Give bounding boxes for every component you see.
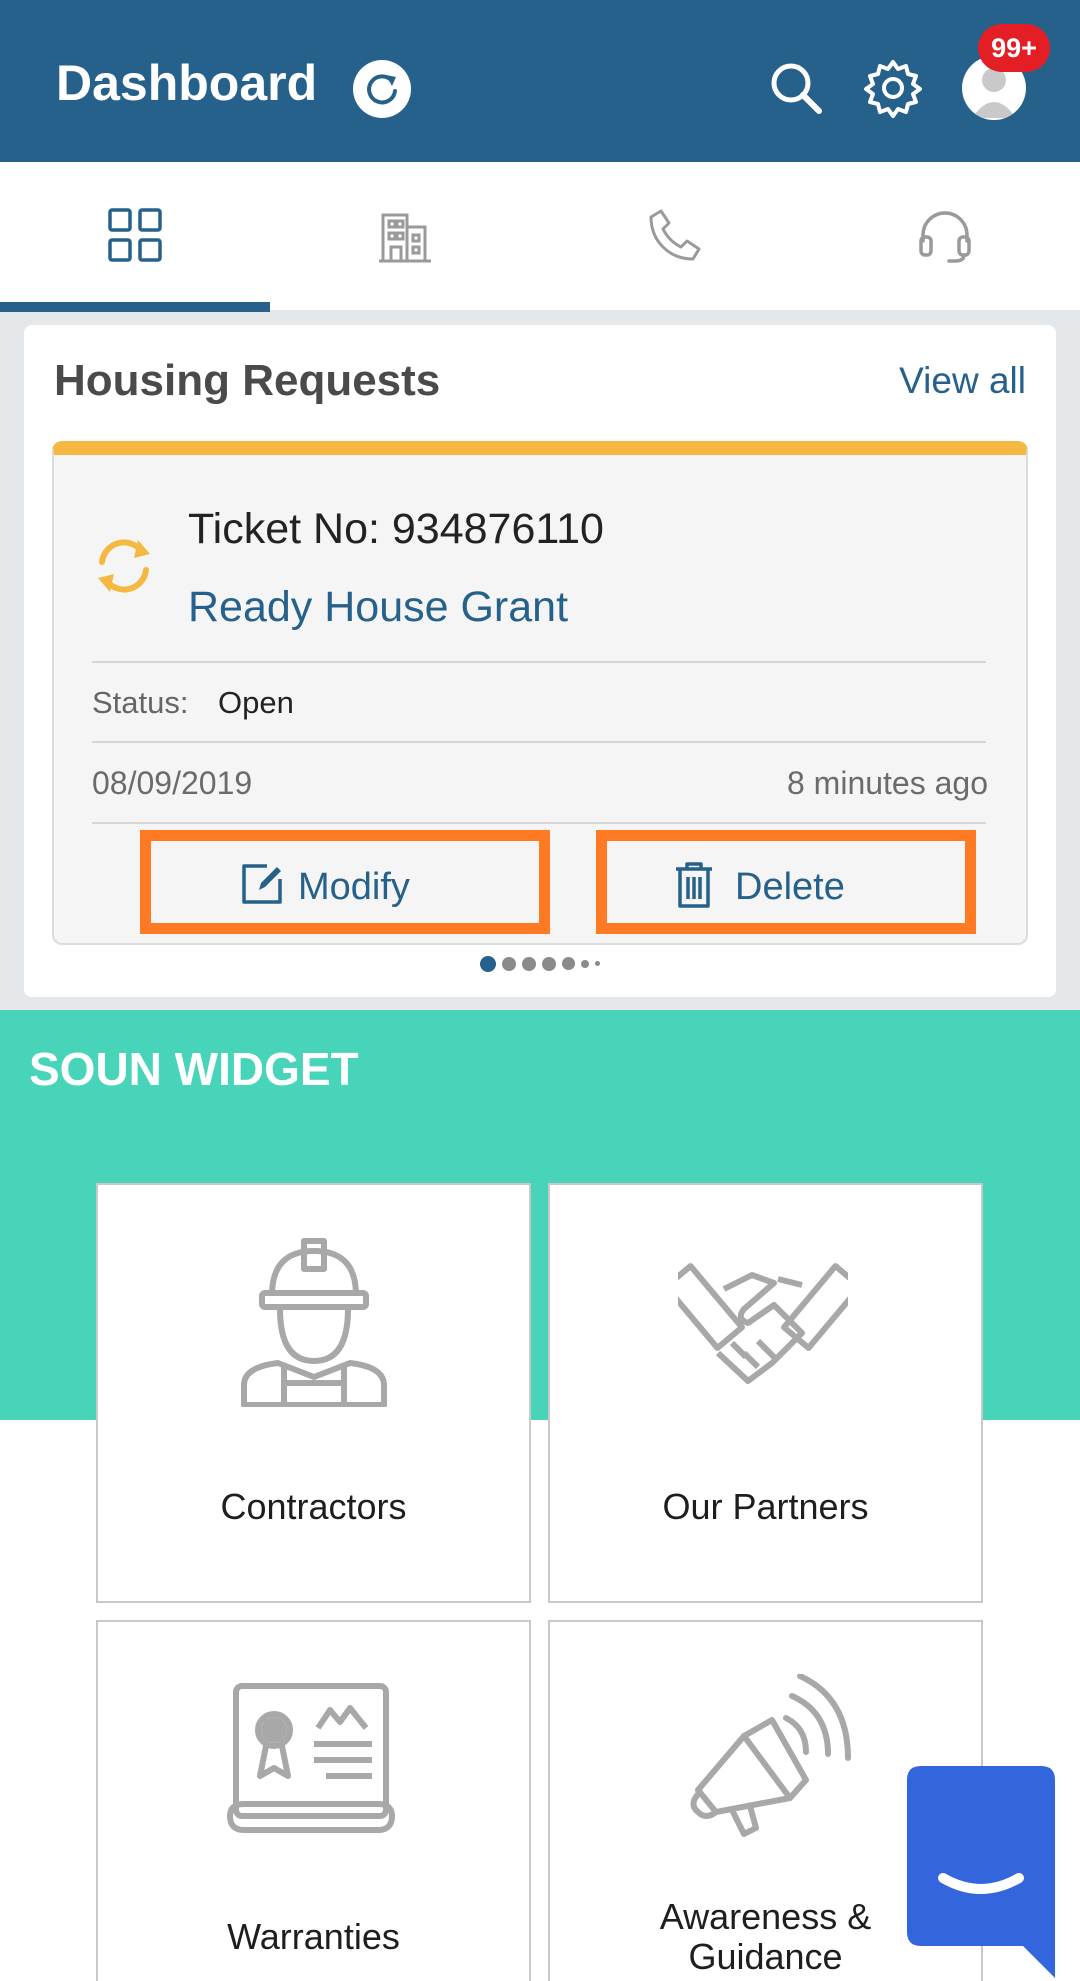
app-header: Dashboard 99+	[0, 0, 1080, 162]
certificate-icon	[227, 1683, 395, 1833]
ticket-number: Ticket No: 934876110	[188, 505, 604, 553]
refresh-button[interactable]	[353, 60, 411, 118]
view-all-link[interactable]: View all	[899, 360, 1026, 402]
tab-call[interactable]	[540, 162, 810, 312]
pagination-dot[interactable]	[522, 956, 536, 971]
tile-label: Our Partners	[662, 1486, 869, 1527]
worker-icon	[241, 1238, 387, 1407]
building-icon	[379, 213, 431, 263]
handshake-icon	[678, 1263, 848, 1384]
gear-icon[interactable]	[861, 56, 925, 120]
refresh-icon	[367, 74, 397, 105]
ticket-date: 08/09/2019	[92, 765, 253, 801]
trash-icon	[676, 862, 712, 908]
modify-label: Modify	[298, 866, 410, 908]
status-label: Status:	[92, 685, 189, 720]
tab-active-indicator	[0, 302, 270, 312]
phone-icon	[649, 209, 701, 261]
tab-dashboard[interactable]	[0, 162, 270, 312]
headset-icon	[919, 211, 971, 263]
chat-button[interactable]	[907, 1766, 1055, 1978]
grid-icon	[108, 208, 162, 262]
tile-contractors[interactable]: Contractors	[96, 1183, 531, 1603]
in-progress-icon	[98, 539, 150, 593]
pagination-dot[interactable]	[562, 957, 575, 971]
housing-requests-card: Housing Requests View all Ticket No: 934…	[24, 325, 1056, 997]
pagination-dot[interactable]	[581, 959, 589, 968]
edit-icon	[242, 864, 282, 904]
pagination-dot-active[interactable]	[480, 955, 496, 972]
divider	[92, 661, 986, 663]
search-icon[interactable]	[764, 56, 828, 120]
tab-bar	[0, 162, 1080, 312]
page-title: Dashboard	[56, 55, 318, 111]
tile-our-partners[interactable]: Our Partners	[548, 1183, 983, 1603]
divider	[92, 741, 986, 743]
pagination-dot[interactable]	[542, 956, 556, 971]
delete-button[interactable]: Delete	[596, 830, 976, 934]
ticket-relative-time: 8 minutes ago	[786, 765, 988, 801]
ticket-card[interactable]: Ticket No: 934876110 Ready House Grant S…	[52, 441, 1028, 945]
modify-button[interactable]: Modify	[140, 830, 550, 934]
megaphone-icon	[690, 1674, 851, 1837]
pagination-dot[interactable]	[502, 956, 516, 971]
tile-warranties[interactable]: Warranties	[96, 1620, 531, 1981]
divider	[92, 822, 986, 824]
widget-title: SOUN WIDGET	[29, 1043, 359, 1095]
tile-label: Contractors	[220, 1486, 407, 1527]
pagination-dot[interactable]	[595, 961, 600, 967]
tab-support[interactable]	[810, 162, 1080, 312]
tile-label: Warranties	[227, 1916, 400, 1957]
tab-buildings[interactable]	[270, 162, 540, 312]
notification-badge[interactable]: 99+	[978, 24, 1050, 72]
ticket-type: Ready House Grant	[188, 583, 569, 631]
status-value: Open	[218, 685, 294, 720]
pagination-dots	[24, 955, 1056, 975]
section-title: Housing Requests	[54, 356, 441, 405]
delete-label: Delete	[735, 866, 845, 908]
